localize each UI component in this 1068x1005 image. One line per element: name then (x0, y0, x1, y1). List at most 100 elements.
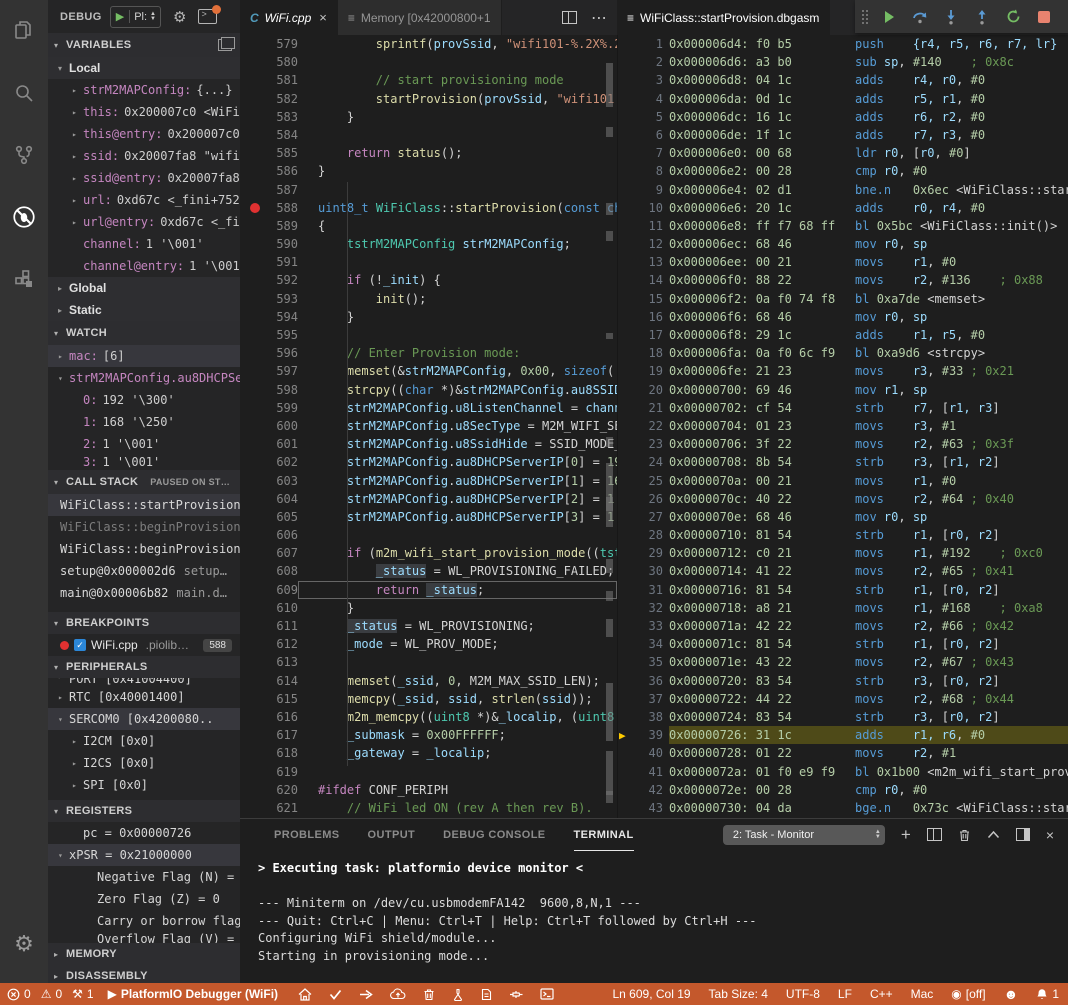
stack-frame[interactable]: main@0x00006b82main.d… (48, 582, 240, 604)
monitor-plug-icon[interactable] (509, 989, 523, 1000)
variable-row[interactable]: channel:1 '\001' (48, 233, 240, 255)
problems-indicator[interactable]: 0 ⚠ 0 ⚒ 1 (7, 987, 94, 1001)
code-line-579[interactable]: 579 sprintf(provSsid, "wifi101-%.2X%.2X%… (240, 35, 617, 53)
disasm-line-42[interactable]: 420x0000072e: 00 28cmp r0, #0 (617, 781, 1068, 799)
disasm-line-34[interactable]: 340x0000071c: 81 54strb r1, [r0, r2] (617, 635, 1068, 653)
code-line-588[interactable]: 588uint8_t WiFiClass::startProvision(con… (240, 199, 617, 217)
disasm-line-37[interactable]: 370x00000722: 44 22movs r2, #68 ; 0x44 (617, 690, 1068, 708)
disassembly-view[interactable]: 10x000006d4: f0 b5push {r4, r5, r6, r7, … (617, 35, 1068, 818)
code-line-594[interactable]: 594 } (240, 308, 617, 326)
stack-frame[interactable]: WiFiClass::startProvision@ (48, 494, 240, 516)
stack-frame[interactable]: WiFiClass::beginProvision@ (48, 538, 240, 560)
close-tab-icon[interactable]: × (319, 10, 327, 25)
variable-row[interactable]: ▸this@entry:0x200007c0 … (48, 123, 240, 145)
code-line-621[interactable]: 621 // WiFi led ON (rev A then rev B). (240, 799, 617, 817)
scope-global[interactable]: ▸Global (48, 277, 240, 299)
disasm-line-1[interactable]: 10x000006d4: f0 b5push {r4, r5, r6, r7, … (617, 35, 1068, 53)
home-icon[interactable] (298, 988, 312, 1001)
terminal-select[interactable]: 2: Task - Monitor ▲▼ (723, 825, 885, 845)
feedback-smiley-icon[interactable]: ☻ (1004, 986, 1019, 1002)
register-row[interactable]: Negative Flag (N) = 0 (48, 866, 240, 888)
code-line-587[interactable]: 587 (240, 181, 617, 199)
disasm-line-40[interactable]: 400x00000728: 01 22movs r2, #1 (617, 744, 1068, 762)
register-row[interactable]: Zero Flag (Z) = 0 (48, 888, 240, 910)
settings-gear-icon[interactable]: ⚙ (0, 913, 48, 975)
tab-memory[interactable]: ≡ Memory [0x42000800+1 (338, 0, 502, 35)
code-line-616[interactable]: 616 m2m_memcpy((uint8 *)&_localip, (uint… (240, 708, 617, 726)
task-file-icon[interactable] (481, 988, 492, 1001)
monitor-off-indicator[interactable]: ◉ [off] (951, 987, 985, 1001)
code-editor[interactable]: 579 sprintf(provSsid, "wifi101-%.2X%.2X%… (240, 35, 617, 818)
disasm-line-17[interactable]: 170x000006f8: 29 1cadds r1, r5, #0 (617, 326, 1068, 344)
breakpoint-checkbox[interactable]: ✓ (74, 639, 86, 651)
breakpoints-section-header[interactable]: ▾BREAKPOINTS (48, 612, 240, 634)
disasm-line-3[interactable]: 30x000006d8: 04 1cadds r4, r0, #0 (617, 71, 1068, 89)
disasm-line-10[interactable]: 100x000006e6: 20 1cadds r0, r4, #0 (617, 199, 1068, 217)
disasm-line-33[interactable]: 330x0000071a: 42 22movs r2, #66 ; 0x42 (617, 617, 1068, 635)
code-line-610[interactable]: 610 } (240, 599, 617, 617)
watch-row[interactable]: 0:192 '\300' (48, 389, 240, 411)
variable-row[interactable]: ▸url:0xd67c <_fini+752>… (48, 189, 240, 211)
build-check-icon[interactable] (329, 989, 342, 1000)
variable-row[interactable]: ▸this:0x200007c0 <WiFi> (48, 101, 240, 123)
disasm-line-39[interactable]: ▶390x00000726: 31 1cadds r1, r6, #0 (617, 726, 1068, 744)
register-row[interactable]: ▾xPSR = 0x21000000 (48, 844, 240, 866)
disasm-line-24[interactable]: 240x00000708: 8b 54strb r3, [r1, r2] (617, 453, 1068, 471)
stack-frame[interactable]: WiFiClass::beginProvision@ (48, 516, 240, 538)
memory-section-header[interactable]: ▸MEMORY (48, 943, 240, 965)
disasm-line-18[interactable]: 180x000006fa: 0a f0 6c f9bl 0xa9d6 <strc… (617, 344, 1068, 362)
peripherals-section-header[interactable]: ▾PERIPHERALS (48, 656, 240, 678)
register-row[interactable]: Carry or borrow flag (… (48, 910, 240, 932)
encoding[interactable]: UTF-8 (786, 987, 820, 1001)
disasm-line-13[interactable]: 130x000006ee: 00 21movs r1, #0 (617, 253, 1068, 271)
code-line-614[interactable]: 614 memset(_ssid, 0, M2M_MAX_SSID_LEN); (240, 672, 617, 690)
code-line-582[interactable]: 582 startProvision(provSsid, "wifi101 (240, 90, 617, 108)
disasm-line-41[interactable]: 410x0000072a: 01 f0 e9 f9bl 0x1b00 <m2m_… (617, 763, 1068, 781)
tab-wifi-cpp[interactable]: C WiFi.cpp × (240, 0, 338, 35)
peripheral-row[interactable]: ▸I2CS [0x0] (48, 752, 240, 774)
step-out-button[interactable] (971, 6, 993, 28)
language-mode[interactable]: C++ (870, 987, 893, 1001)
disasm-line-30[interactable]: 300x00000714: 41 22movs r2, #65 ; 0x41 (617, 562, 1068, 580)
code-line-591[interactable]: 591 (240, 253, 617, 271)
code-line-619[interactable]: 619 (240, 763, 617, 781)
code-line-612[interactable]: 612 _mode = WL_PROV_MODE; (240, 635, 617, 653)
peripheral-row[interactable]: ▾SERCOM0 [0x4200080.. (48, 708, 240, 730)
code-line-620[interactable]: 620#ifdef CONF_PERIPH (240, 781, 617, 799)
explorer-icon[interactable] (0, 0, 48, 62)
debugger-status[interactable]: ▶ PlatformIO Debugger (WiFi) (108, 987, 278, 1001)
code-line-617[interactable]: 617 _submask = 0x00FFFFFF; (240, 726, 617, 744)
code-line-605[interactable]: 605 strM2MAPConfig.au8DHCPServerIP[3] = … (240, 508, 617, 526)
disasm-line-16[interactable]: 160x000006f6: 68 46mov r0, sp (617, 308, 1068, 326)
disasm-line-36[interactable]: 360x00000720: 83 54strb r3, [r0, r2] (617, 672, 1068, 690)
search-icon[interactable] (0, 62, 48, 124)
disasm-line-35[interactable]: 350x0000071e: 43 22movs r2, #67 ; 0x43 (617, 653, 1068, 671)
terminal-output[interactable]: > Executing task: platformio device moni… (240, 850, 1068, 965)
code-line-600[interactable]: 600 strM2MAPConfig.u8SecType = M2M_WIFI_… (240, 417, 617, 435)
disasm-line-12[interactable]: 120x000006ec: 68 46mov r0, sp (617, 235, 1068, 253)
eol[interactable]: LF (838, 987, 852, 1001)
disasm-line-25[interactable]: 250x0000070a: 00 21movs r1, #0 (617, 472, 1068, 490)
disasm-line-19[interactable]: 190x000006fe: 21 23movs r3, #33 ; 0x21 (617, 362, 1068, 380)
clean-trash-icon[interactable] (423, 988, 435, 1001)
peripheral-row[interactable]: ▸SPI [0x0] (48, 774, 240, 796)
disasm-line-32[interactable]: 320x00000718: a8 21movs r1, #168 ; 0xa8 (617, 599, 1068, 617)
debug-console-icon[interactable] (198, 9, 217, 24)
register-row[interactable]: pc = 0x00000726 (48, 822, 240, 844)
debug-icon[interactable] (0, 186, 48, 248)
test-beaker-icon[interactable] (452, 988, 464, 1001)
breakpoint-glyph[interactable] (250, 203, 260, 213)
maximize-panel-chevron-icon[interactable] (987, 830, 1000, 839)
code-line-590[interactable]: 590 tstrM2MAPConfig strM2MAPConfig; (240, 235, 617, 253)
step-over-button[interactable] (909, 6, 931, 28)
disasm-line-21[interactable]: 210x00000702: cf 54strb r7, [r1, r3] (617, 399, 1068, 417)
panel-tab-problems[interactable]: PROBLEMS (274, 819, 340, 851)
remote-cloud-icon[interactable] (390, 988, 406, 1000)
new-terminal-icon[interactable] (540, 988, 554, 1000)
peripheral-row[interactable]: ▸I2CM [0x0] (48, 730, 240, 752)
code-line-602[interactable]: 602 strM2MAPConfig.au8DHCPServerIP[0] = … (240, 453, 617, 471)
code-line-584[interactable]: 584 (240, 126, 617, 144)
disasm-line-38[interactable]: 380x00000724: 83 54strb r3, [r0, r2] (617, 708, 1068, 726)
disasm-line-8[interactable]: 80x000006e2: 00 28cmp r0, #0 (617, 162, 1068, 180)
scope-local[interactable]: ▾Local (48, 57, 240, 79)
